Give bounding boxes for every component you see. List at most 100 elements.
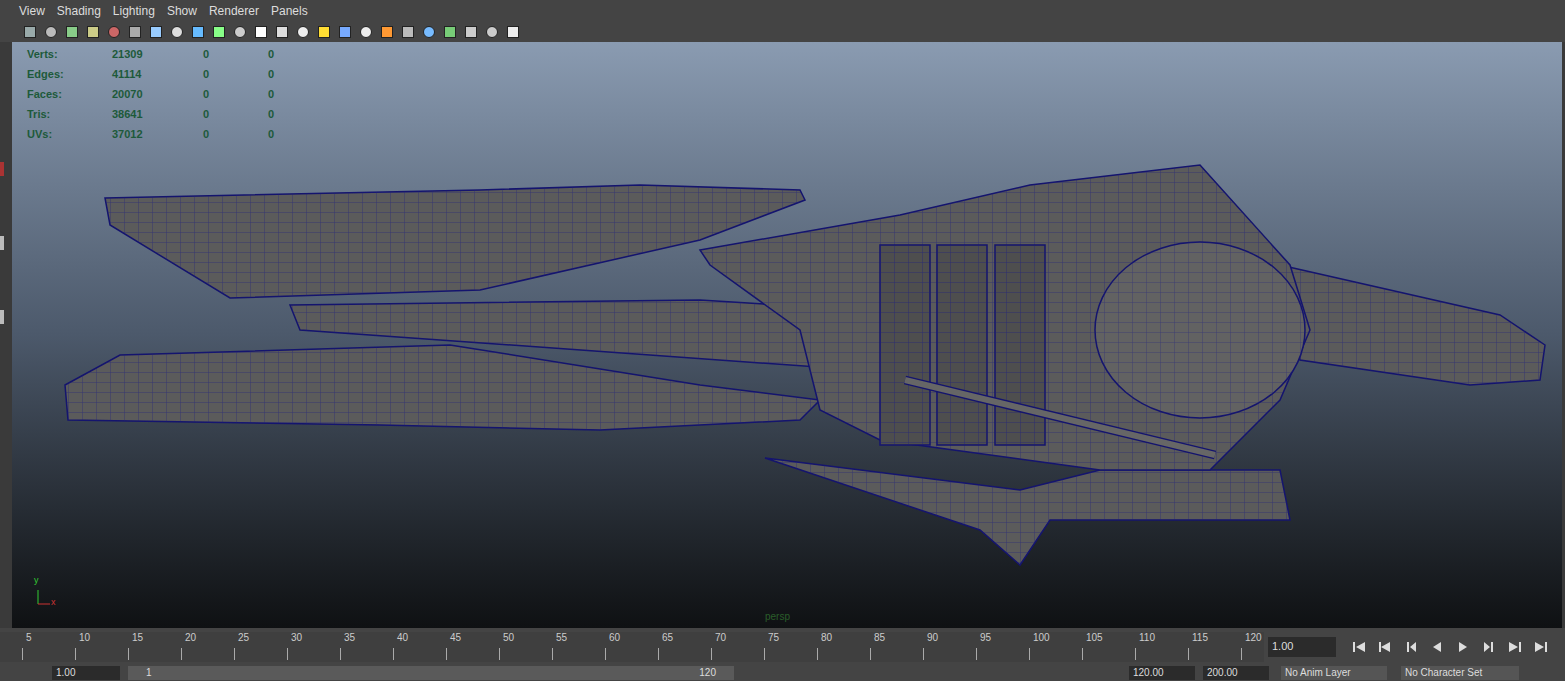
menu-item[interactable]: Panels [271,2,308,20]
tool-icon[interactable] [337,24,353,40]
menu-item[interactable]: View [19,2,45,20]
time-tick: 120 [1241,632,1264,662]
tick-mark [393,648,394,660]
strip-mark [0,310,4,324]
tick-label: 5 [22,632,75,644]
playback-icon[interactable] [1402,639,1420,655]
time-tick: 70 [711,632,764,662]
tool-icon[interactable] [421,24,437,40]
tick-mark [817,648,818,660]
spaceship-model[interactable] [12,42,1562,628]
tool-icon[interactable] [127,24,143,40]
time-tick: 60 [605,632,658,662]
hud-value: 0 [203,86,268,103]
tick-mark [1135,648,1136,660]
timeline: 5101520253035404550556065707580859095100… [0,628,1565,665]
tool-icon[interactable] [169,24,185,40]
start-field[interactable]: 1.00 [52,666,120,680]
tool-icon[interactable] [442,24,458,40]
tool-icon[interactable] [253,24,269,40]
hud-value: 0 [268,106,298,123]
tick-label: 30 [287,632,340,644]
playback-icon[interactable] [1428,639,1446,655]
menu-item[interactable]: Show [167,2,197,20]
tool-icon[interactable] [43,24,59,40]
tick-mark [658,648,659,660]
tool-icon[interactable] [190,24,206,40]
tool-icon[interactable] [316,24,332,40]
playback-icon[interactable] [1376,639,1394,655]
menu-item[interactable]: Shading [57,2,101,20]
hud-value: 0 [203,106,268,123]
tool-icon[interactable] [400,24,416,40]
range-slider[interactable]: 1120 [128,666,734,680]
tick-label: 120 [1241,632,1264,644]
tick-mark [605,648,606,660]
hud-label: Faces: [27,86,112,103]
tick-label: 95 [976,632,1029,644]
tool-icon[interactable] [484,24,500,40]
playback-icon[interactable] [1454,639,1472,655]
tool-icon[interactable] [295,24,311,40]
hud-value: 20070 [112,86,203,103]
tick-mark [764,648,765,660]
tick-mark [128,648,129,660]
tool-icon[interactable] [211,24,227,40]
time-slider[interactable]: 5101520253035404550556065707580859095100… [0,632,1264,662]
time-tick: 20 [181,632,234,662]
playback-icon[interactable] [1506,639,1524,655]
time-tick: 90 [923,632,976,662]
tick-label: 55 [552,632,605,644]
strip-mark [0,236,4,250]
tool-icon[interactable] [274,24,290,40]
menu-item[interactable]: Lighting [113,2,155,20]
tool-icon[interactable] [505,24,521,40]
tick-mark [870,648,871,660]
tool-icon[interactable] [148,24,164,40]
character-set-select[interactable]: No Character Set [1401,666,1519,680]
tool-icon[interactable] [379,24,395,40]
tick-mark [234,648,235,660]
tick-mark [976,648,977,660]
strip-mark [0,162,4,176]
range-bar: 1.00 1120 120.00 200.00 No Anim Layer No Char… [0,665,1565,681]
mesh-part [105,185,805,298]
tool-icon[interactable] [64,24,80,40]
end-field[interactable]: 120.00 [1129,666,1195,680]
tick-label: 75 [764,632,817,644]
time-tick: 75 [764,632,817,662]
time-tick: 30 [287,632,340,662]
maya-window: ViewShadingLightingShowRendererPanelsVer… [0,0,1565,681]
tick-label: 25 [234,632,287,644]
axis-x: x [51,598,56,607]
tick-mark [287,648,288,660]
viewport[interactable]: Verts:2130900Edges:4111400Faces:2007000T… [12,42,1562,628]
tick-label: 90 [923,632,976,644]
tool-icon[interactable] [85,24,101,40]
playback-icon[interactable] [1532,639,1550,655]
time-tick: 45 [446,632,499,662]
playback-icon[interactable] [1480,639,1498,655]
tick-mark [446,648,447,660]
mesh-part [700,165,1310,470]
left-strip [0,42,12,628]
tool-icon[interactable] [232,24,248,40]
tick-mark [552,648,553,660]
tool-icon[interactable] [22,24,38,40]
anim-layer-select[interactable]: No Anim Layer [1281,666,1387,680]
current-frame-field[interactable]: 1.00 [1268,637,1336,657]
right-strip [1562,42,1565,628]
tool-icon[interactable] [106,24,122,40]
tool-icon[interactable] [358,24,374,40]
hud-value: 0 [203,66,268,83]
max-field[interactable]: 200.00 [1203,666,1269,680]
toolbar [0,22,1565,42]
menu-item[interactable]: Renderer [209,2,259,20]
tool-icon[interactable] [463,24,479,40]
tick-label: 70 [711,632,764,644]
playback-icon[interactable] [1350,639,1368,655]
tick-mark [340,648,341,660]
mesh-part [765,458,1290,565]
time-tick: 40 [393,632,446,662]
tick-label: 20 [181,632,234,644]
